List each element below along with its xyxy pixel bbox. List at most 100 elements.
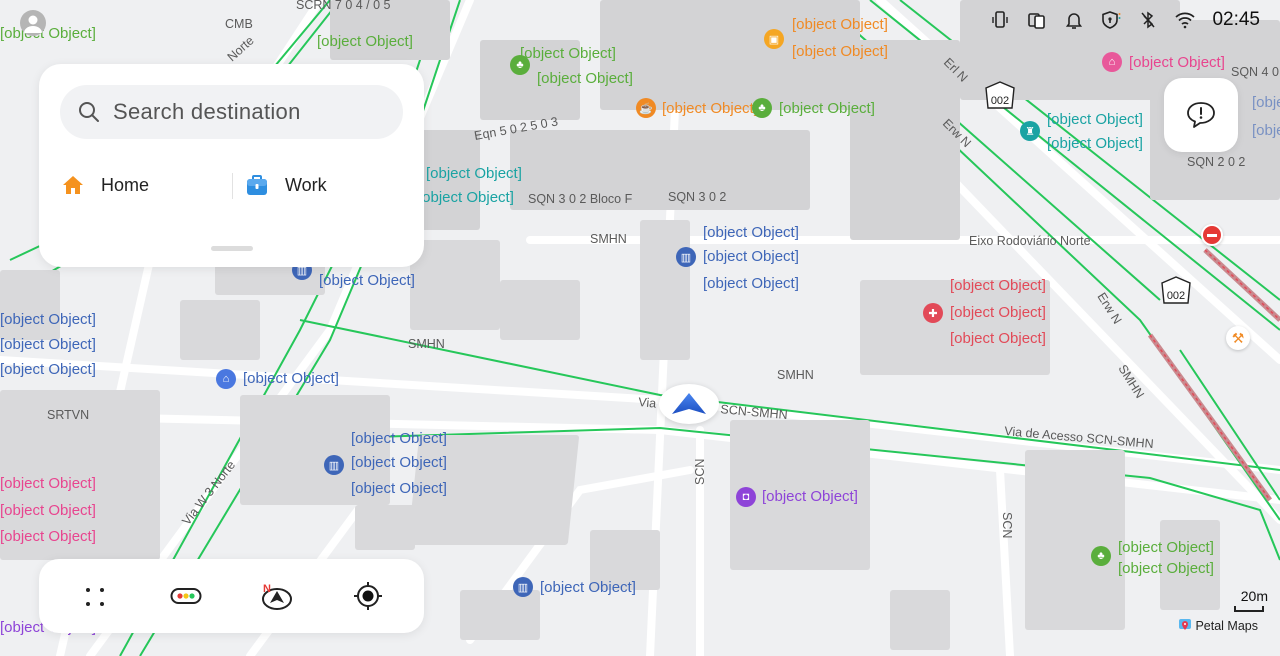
road-label: SQN 4 0 — [1231, 65, 1279, 79]
road-work-icon[interactable]: ⚒ — [1226, 326, 1250, 350]
poi-label[interactable]: [object Object] — [779, 96, 875, 122]
road-label: SCRN 7 0 4 / 0 5 — [296, 0, 391, 12]
locate-icon — [354, 582, 382, 610]
poi-label[interactable]: [object Object] — [418, 185, 514, 211]
status-bar: 02:45 — [990, 8, 1280, 32]
home-icon — [63, 176, 83, 194]
work-label: Work — [285, 174, 327, 195]
poi-label[interactable]: [object Object] — [0, 498, 96, 524]
scale-label: 20m — [1240, 588, 1268, 604]
poi-label[interactable]: [object Object] — [1129, 50, 1225, 76]
poi-label[interactable]: [object Object] — [243, 366, 339, 392]
petal-maps-icon — [1179, 619, 1192, 630]
route-shield-label: 002 — [1167, 290, 1185, 302]
bluetooth-off-icon — [1138, 10, 1158, 30]
map-toolbar: N — [39, 559, 424, 633]
bell-icon — [1064, 10, 1084, 30]
divider — [232, 173, 233, 199]
hospital-icon[interactable]: ✚ — [923, 303, 943, 323]
poi-label[interactable]: [object Object] — [351, 450, 447, 476]
road-label: SRTVN — [47, 408, 89, 422]
four-dots-icon — [86, 588, 104, 606]
tree-icon[interactable]: ♣ — [752, 98, 772, 118]
compass-button[interactable]: N — [259, 579, 293, 613]
poi-label[interactable]: [object Object] — [703, 220, 799, 246]
poi-label[interactable]: [object Object] — [950, 273, 1046, 299]
poi-label[interactable]: [object Object] — [1118, 556, 1214, 582]
poi-label[interactable]: [object Object] — [950, 326, 1046, 352]
poi-label[interactable]: [object Object] — [426, 161, 522, 187]
cafe-icon[interactable]: ☕ — [636, 98, 656, 118]
my-location-button[interactable] — [351, 579, 385, 613]
road-label: Eixo Rodoviário Norte — [969, 234, 1091, 248]
traffic-button[interactable] — [169, 579, 203, 613]
road-label: SMHN — [590, 232, 627, 246]
brand-label: Petal Maps — [1195, 619, 1258, 633]
briefcase-icon — [247, 175, 267, 195]
road-label: SQN 3 0 2 — [668, 190, 726, 204]
poi-label[interactable]: [object Object] — [0, 307, 96, 333]
shield-icon — [1101, 10, 1121, 30]
shop-icon[interactable]: ▣ — [764, 29, 784, 49]
brand-logo: Petal Maps — [1179, 619, 1258, 633]
avatar[interactable] — [20, 10, 46, 36]
phone-vibrate-icon — [990, 10, 1010, 30]
poi-label[interactable]: [object Object] — [703, 271, 799, 297]
poi-label[interactable]: [object Object] — [703, 244, 799, 270]
poi-label[interactable]: [object Object] — [0, 21, 96, 47]
search-placeholder: Search destination — [113, 99, 301, 124]
playground-icon[interactable]: ⌂ — [1102, 52, 1122, 72]
poi-label[interactable]: [object Object] — [792, 12, 888, 38]
wifi-icon — [1175, 10, 1196, 30]
poi-label[interactable]: [object Object] — [1252, 118, 1280, 144]
current-location-arrow — [659, 384, 719, 424]
home-shortcut[interactable]: Home — [61, 170, 149, 200]
road-closed-icon[interactable] — [1201, 224, 1223, 246]
tree-icon[interactable]: ♣ — [510, 55, 530, 75]
road-label: SQN 2 0 2 — [1187, 155, 1245, 169]
landmark-icon[interactable]: ♜ — [1020, 121, 1040, 141]
bank-icon[interactable]: ⌂ — [216, 369, 236, 389]
search-panel: Search destination Home Work — [39, 64, 424, 267]
poi-label[interactable]: [object Object] — [0, 524, 96, 550]
building-icon[interactable]: ▥ — [513, 577, 533, 597]
work-shortcut[interactable]: Work — [245, 170, 327, 200]
poi-label[interactable]: [object Object] — [762, 484, 858, 510]
road-label: SCN — [693, 459, 707, 485]
shopping-bag-icon[interactable]: ◘ — [736, 487, 756, 507]
poi-label[interactable]: [object Object] — [319, 268, 415, 294]
poi-label[interactable]: [object Object] — [0, 471, 96, 497]
poi-label[interactable]: [object Object] — [351, 426, 447, 452]
poi-label[interactable]: [object Object] — [950, 300, 1046, 326]
traffic-light-icon — [170, 588, 202, 604]
road-label: SQN 3 0 2 Bloco F — [528, 192, 633, 206]
poi-label[interactable]: [object Object] — [540, 575, 636, 601]
clock: 02:45 — [1212, 9, 1260, 30]
tree-icon[interactable]: ♣ — [1091, 546, 1111, 566]
poi-label[interactable]: [object Object] — [537, 66, 633, 92]
poi-label[interactable]: [object Object] — [520, 41, 616, 67]
building-icon[interactable]: ▥ — [324, 455, 344, 475]
road-label: SMHN — [777, 368, 814, 382]
search-icon — [79, 102, 99, 122]
poi-label[interactable]: [object Object] — [792, 39, 888, 65]
user-icon — [24, 15, 42, 33]
poi-label[interactable]: [object Object] — [1047, 131, 1143, 157]
poi-label[interactable]: [object Object] — [351, 476, 447, 502]
home-label: Home — [101, 174, 150, 195]
search-input[interactable]: Search destination — [60, 85, 403, 139]
poi-label[interactable]: [object Object] — [317, 29, 413, 55]
feedback-button[interactable] — [1164, 78, 1238, 152]
road-label: SMHN — [408, 337, 445, 351]
poi-label[interactable]: [object Object] — [0, 357, 96, 383]
cast-icon — [1027, 10, 1047, 30]
poi-label[interactable]: [object Object] — [1047, 107, 1143, 133]
scale-bar — [1234, 606, 1264, 612]
poi-label[interactable]: [object Object] — [1252, 90, 1280, 116]
poi-label[interactable]: [object Object] — [0, 332, 96, 358]
layers-button[interactable] — [78, 579, 112, 613]
poi-label[interactable]: [object Object] — [662, 96, 758, 122]
drag-handle[interactable] — [211, 246, 253, 251]
building-icon[interactable]: ▥ — [676, 247, 696, 267]
compass-north-icon: N — [262, 583, 292, 610]
